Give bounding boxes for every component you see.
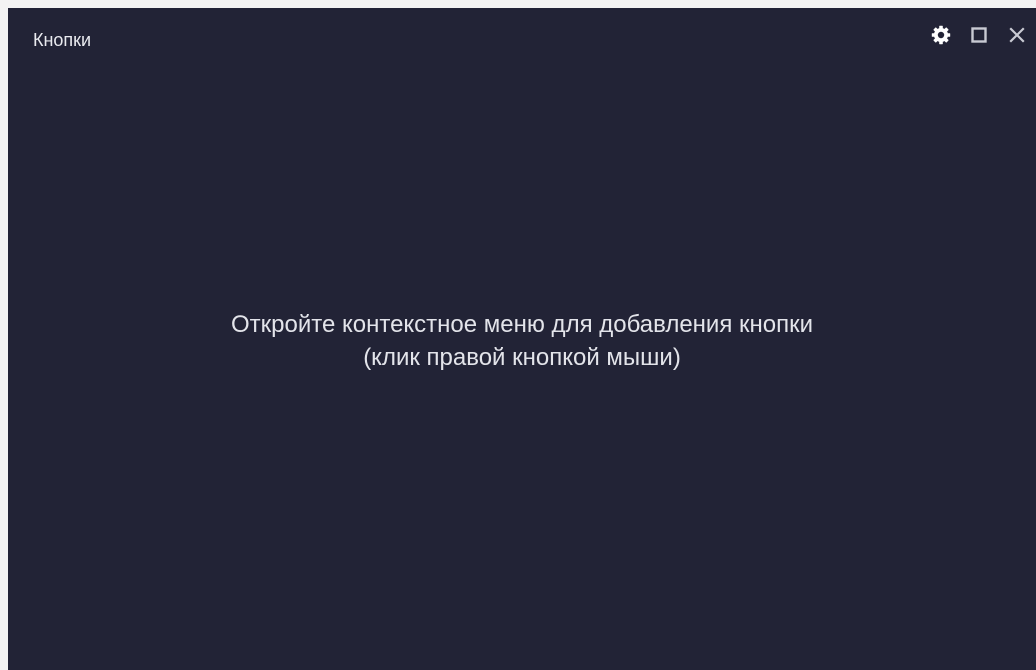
settings-button[interactable]: [930, 24, 952, 46]
square-icon: [971, 27, 987, 43]
panel-title-bar: Кнопки: [8, 8, 1036, 70]
panel-title: Кнопки: [33, 30, 92, 50]
hint-line-1: Откройте контекстное меню для добавления…: [230, 311, 814, 338]
window-controls: [930, 24, 1028, 46]
maximize-button[interactable]: [968, 24, 990, 46]
close-button[interactable]: [1006, 24, 1028, 46]
gear-icon: [931, 25, 951, 45]
empty-state-hint: Откройте контекстное меню для добавления…: [8, 308, 1036, 374]
buttons-panel[interactable]: Кнопки Откройте контекстное меню для доб…: [8, 8, 1036, 670]
close-icon: [1009, 27, 1025, 43]
hint-line-2: (клик правой кнопкой мыши): [363, 344, 681, 371]
